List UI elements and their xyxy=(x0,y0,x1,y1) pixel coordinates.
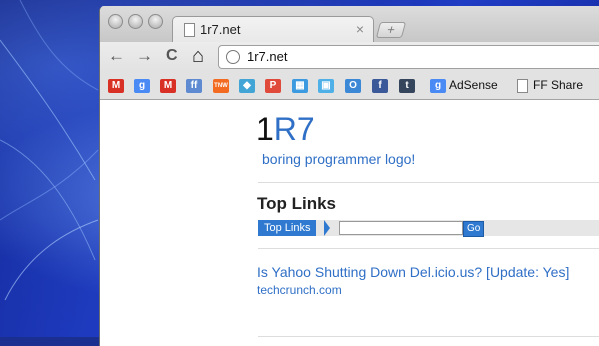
posterous-icon[interactable]: P xyxy=(265,79,281,93)
tab-arrow-icon xyxy=(324,220,330,236)
zoom-window-button[interactable] xyxy=(148,14,163,29)
navigation-toolbar: ← → C ⌂ 1r7.net xyxy=(100,42,599,72)
link-toolbar: Top Links Go xyxy=(258,220,599,237)
tab-close-icon[interactable]: × xyxy=(356,21,364,37)
friendfeed-icon[interactable]: ff xyxy=(186,79,202,93)
tab-title: 1r7.net xyxy=(200,22,241,37)
gmail-icon[interactable]: M xyxy=(160,79,176,93)
globe-icon xyxy=(226,50,240,64)
back-icon[interactable]: ← xyxy=(108,46,125,66)
bookmark-ffshare-label[interactable]: FF Share xyxy=(533,78,583,92)
logo-one: 1 xyxy=(256,111,274,147)
address-url: 1r7.net xyxy=(247,49,288,64)
top-links-tab[interactable]: Top Links xyxy=(258,220,317,236)
section-heading: Top Links xyxy=(257,194,337,213)
desktop-wallpaper xyxy=(0,0,99,301)
facebook-icon[interactable]: f xyxy=(372,79,388,93)
adsense-icon[interactable]: g xyxy=(430,79,446,93)
bookmark-adsense-label[interactable]: AdSense xyxy=(449,78,498,92)
home-icon[interactable]: ⌂ xyxy=(192,46,204,66)
close-window-button[interactable] xyxy=(108,14,123,29)
page-content: 1R7 boring programmer logo! Top Links To… xyxy=(100,100,599,346)
google-icon[interactable]: g xyxy=(134,79,150,93)
ring-icon[interactable]: O xyxy=(345,79,361,93)
forward-icon[interactable]: → xyxy=(136,46,153,66)
article-source-link[interactable]: techcrunch.com xyxy=(257,283,342,297)
bookmarks-bar: Mg Mff TNW ◆ P ▦ ▣ Of t g AdSense FF Share xyxy=(100,72,599,100)
site-tagline[interactable]: boring programmer logo! xyxy=(262,151,415,167)
site-logo[interactable]: 1R7 xyxy=(256,112,315,146)
new-tab-button[interactable]: + xyxy=(375,22,407,38)
address-bar[interactable]: 1r7.net xyxy=(218,45,599,69)
search-input[interactable] xyxy=(339,221,463,235)
reload-icon[interactable]: C xyxy=(166,46,178,66)
browser-tab[interactable]: 1r7.net × xyxy=(172,16,374,44)
page-icon xyxy=(184,23,195,37)
tnw-icon[interactable]: TNW xyxy=(213,79,229,93)
logo-r7: R7 xyxy=(273,111,315,147)
tumblr-icon[interactable]: t xyxy=(399,79,415,93)
landscape-icon[interactable]: ▦ xyxy=(292,79,308,93)
image-icon[interactable]: ▣ xyxy=(318,79,334,93)
page-icon xyxy=(517,79,528,93)
go-button[interactable]: Go xyxy=(463,221,485,237)
bookmark-icon[interactable]: ◆ xyxy=(239,79,255,93)
browser-window: 1r7.net × + ← → C ⌂ 1r7.net Mg Mff TNW ◆ P ▦ ▣… xyxy=(99,6,599,346)
divider xyxy=(258,248,599,249)
gmail-icon[interactable]: M xyxy=(108,79,124,93)
article-link[interactable]: Is Yahoo Shutting Down Del.icio.us? [Upd… xyxy=(257,264,569,280)
title-bar: 1r7.net × + xyxy=(100,6,599,44)
divider xyxy=(258,182,599,183)
minimize-window-button[interactable] xyxy=(128,14,143,29)
